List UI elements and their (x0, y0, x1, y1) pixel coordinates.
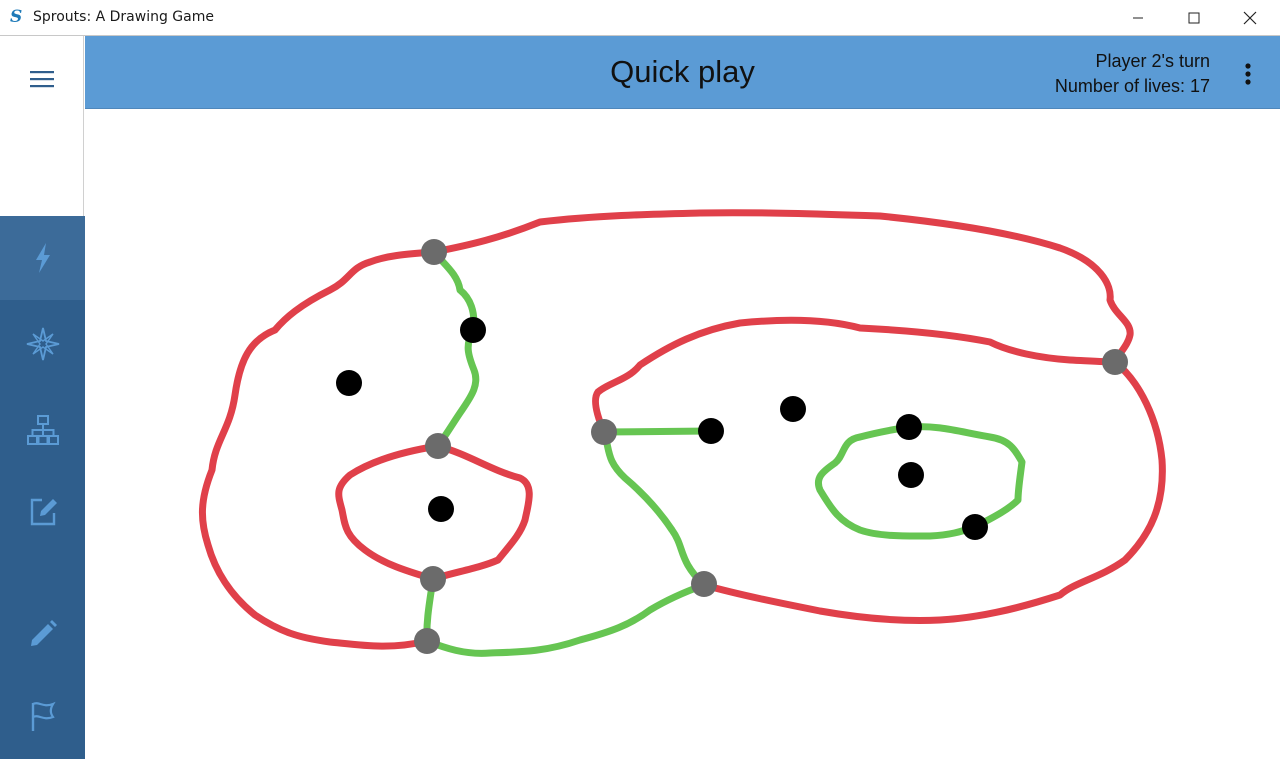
nav-item-network[interactable] (0, 388, 85, 472)
game-board[interactable] (85, 109, 1280, 759)
turn-status: Player 2's turn Number of lives: 17 (1055, 49, 1210, 99)
dead-spot (425, 433, 451, 459)
live-spot[interactable] (962, 514, 988, 540)
close-icon (1243, 11, 1257, 24)
red-curve-inner-loop (592, 316, 1119, 436)
sprouts-logo-icon: S (10, 7, 23, 27)
more-vertical-icon[interactable] (1240, 62, 1256, 86)
live-spot[interactable] (698, 418, 724, 444)
green-curve-bottom (423, 575, 708, 657)
minimize-icon (1133, 17, 1143, 18)
dead-spots (414, 239, 1128, 654)
window-title-bar: S Sprouts: A Drawing Game (0, 0, 1280, 36)
dead-spot (1102, 349, 1128, 375)
live-spot[interactable] (896, 414, 922, 440)
pencil-icon (30, 620, 57, 646)
minimize-button[interactable] (1115, 0, 1161, 35)
nav-item-quick-play[interactable] (0, 216, 85, 300)
nav-item-draw[interactable] (0, 592, 85, 676)
game-canvas[interactable] (85, 109, 1280, 759)
edit-square-icon (30, 498, 57, 526)
green-curve-top (430, 248, 480, 450)
close-button[interactable] (1227, 0, 1273, 35)
hamburger-menu-icon[interactable] (29, 69, 55, 89)
page-header: Quick play Player 2's turn Number of liv… (85, 36, 1280, 109)
live-spot[interactable] (428, 496, 454, 522)
dead-spot (414, 628, 440, 654)
flag-icon (31, 701, 56, 731)
compass-star-icon (26, 327, 59, 361)
nav-item-compass[interactable] (0, 302, 85, 386)
dead-spot (691, 571, 717, 597)
nav-sidebar (0, 216, 85, 759)
maximize-button[interactable] (1171, 0, 1217, 35)
live-spot[interactable] (336, 370, 362, 396)
green-curve-middle (600, 428, 708, 589)
window-title: Sprouts: A Drawing Game (33, 9, 214, 25)
nav-item-flag[interactable] (0, 674, 85, 758)
network-tree-icon (26, 415, 59, 445)
dead-spot (421, 239, 447, 265)
player-turn-label: Player 2's turn (1095, 51, 1211, 71)
red-curve-left-loop (198, 248, 438, 650)
live-spot[interactable] (780, 396, 806, 422)
nav-item-edit[interactable] (0, 470, 85, 554)
nav-header (0, 36, 84, 216)
green-curve-link (600, 427, 715, 436)
dead-spot (420, 566, 446, 592)
maximize-icon (1188, 12, 1200, 23)
lives-counter: Number of lives: 17 (1054, 76, 1210, 96)
lightning-icon (35, 243, 50, 273)
live-spot[interactable] (460, 317, 486, 343)
live-spot[interactable] (898, 462, 924, 488)
dead-spot (591, 419, 617, 445)
